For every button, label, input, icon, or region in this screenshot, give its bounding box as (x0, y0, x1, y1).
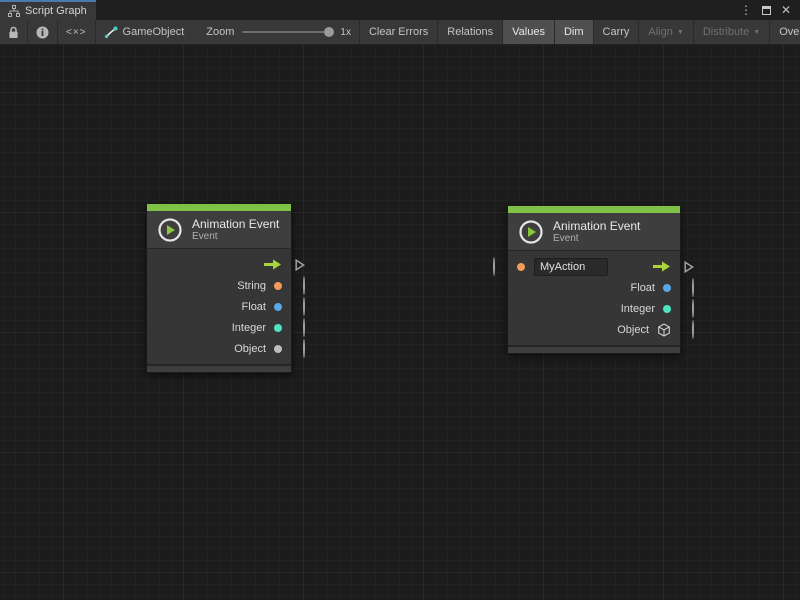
node-footer (147, 364, 291, 372)
event-name-field[interactable] (534, 258, 608, 276)
float-port-dot (663, 284, 671, 292)
integer-output-port[interactable] (692, 300, 694, 318)
lock-button[interactable] (0, 20, 28, 44)
values-toggle[interactable]: Values (503, 20, 555, 44)
integer-output-row: Integer (508, 298, 680, 319)
object-output-port[interactable] (303, 340, 305, 358)
graph-toolbar: <×> GameObject Zoom 1x Clear Errors Rela… (0, 20, 800, 44)
inspector-button[interactable] (28, 20, 58, 44)
clear-errors-button[interactable]: Clear Errors (360, 20, 438, 44)
float-port-dot (274, 303, 282, 311)
tab-script-graph[interactable]: Script Graph (0, 0, 96, 20)
node-title: Animation Event (192, 217, 279, 231)
graph-icon (8, 5, 20, 17)
node-body: String Float Integer Object (147, 249, 291, 364)
string-input-dot (517, 263, 525, 271)
port-label: Float (242, 301, 266, 313)
port-label: Integer (232, 322, 266, 334)
distribute-label: Distribute (703, 26, 749, 38)
zoom-label: Zoom (206, 26, 234, 38)
node-title: Animation Event (553, 219, 640, 233)
gameobject-reference[interactable]: GameObject (96, 20, 193, 44)
maximize-icon[interactable] (758, 2, 774, 18)
script-graph-window: Script Graph ⋮ ✕ (0, 0, 800, 600)
relations-button[interactable]: Relations (438, 20, 503, 44)
string-output-port[interactable] (303, 277, 305, 295)
integer-port-dot (274, 324, 282, 332)
script-machine-icon (104, 26, 118, 39)
event-play-icon (518, 219, 544, 245)
tab-bar: Script Graph ⋮ ✕ (0, 0, 800, 20)
object-output-row: Object (508, 319, 680, 340)
code-view-button[interactable]: <×> (58, 20, 96, 44)
string-port-dot (274, 282, 282, 290)
node-accent-bar (508, 206, 680, 213)
tab-bar-spacer (96, 0, 738, 20)
node-subtitle: Event (553, 233, 640, 245)
node-header[interactable]: Animation Event Event (147, 211, 291, 249)
float-output-row: Float (508, 277, 680, 298)
port-label: Object (617, 324, 649, 336)
port-label: Object (234, 343, 266, 355)
flow-arrow-icon (263, 259, 282, 270)
node-footer (508, 345, 680, 353)
float-output-row: Float (147, 296, 291, 317)
chevron-down-icon: ▼ (677, 29, 684, 36)
node-animation-event-1[interactable]: Animation Event Event (146, 203, 292, 373)
distribute-dropdown[interactable]: Distribute ▼ (694, 20, 770, 44)
close-icon[interactable]: ✕ (778, 2, 794, 18)
zoom-slider[interactable] (242, 31, 330, 33)
object-port-dot (274, 345, 282, 353)
graph-canvas[interactable]: Animation Event Event (0, 44, 800, 600)
flow-output-port[interactable] (684, 261, 694, 273)
string-output-row: String (147, 275, 291, 296)
window-menu-icon[interactable]: ⋮ (738, 2, 754, 18)
gameobject-label: GameObject (123, 26, 185, 38)
zoom-slider-handle[interactable] (324, 27, 334, 37)
flow-output-port[interactable] (295, 259, 305, 271)
integer-port-dot (663, 305, 671, 313)
carry-toggle[interactable]: Carry (594, 20, 640, 44)
port-label: String (237, 280, 266, 292)
object-output-row: Object (147, 338, 291, 359)
event-play-icon (157, 217, 183, 243)
node-accent-bar (147, 204, 291, 211)
node-body: Float Integer Object (508, 251, 680, 345)
port-label: Float (631, 282, 655, 294)
window-controls: ⋮ ✕ (738, 0, 800, 20)
align-label: Align (648, 26, 672, 38)
integer-output-row: Integer (147, 317, 291, 338)
lock-icon (8, 26, 19, 39)
node-animation-event-2[interactable]: Animation Event Event (507, 205, 681, 354)
object-output-port[interactable] (692, 321, 694, 339)
zoom-control: Zoom 1x (192, 20, 360, 44)
overview-button[interactable]: Overv (770, 20, 800, 44)
string-input-port[interactable] (493, 258, 495, 276)
flow-output-row (147, 254, 291, 275)
flow-arrow-icon (652, 261, 671, 272)
align-dropdown[interactable]: Align ▼ (639, 20, 693, 44)
chevron-down-icon: ▼ (753, 29, 760, 36)
float-output-port[interactable] (303, 298, 305, 316)
code-icon: <×> (66, 27, 87, 38)
node-header[interactable]: Animation Event Event (508, 213, 680, 251)
dim-toggle[interactable]: Dim (555, 20, 594, 44)
cube-icon (657, 323, 671, 337)
zoom-value: 1x (340, 27, 351, 38)
float-output-port[interactable] (692, 279, 694, 297)
tab-label: Script Graph (25, 5, 87, 17)
node-subtitle: Event (192, 231, 279, 243)
integer-output-port[interactable] (303, 319, 305, 337)
port-label: Integer (621, 303, 655, 315)
info-icon (36, 26, 49, 39)
name-input-flow-row (508, 256, 680, 277)
